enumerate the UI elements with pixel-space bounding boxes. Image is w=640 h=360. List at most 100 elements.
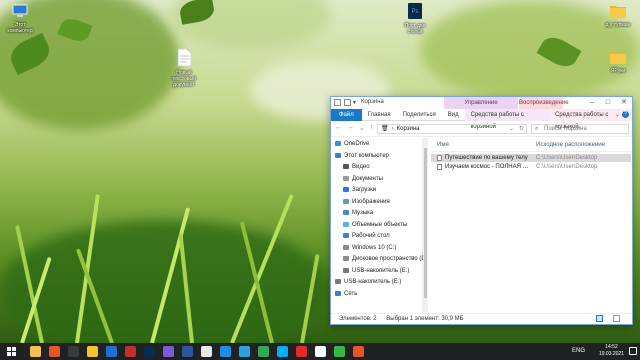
notifications-icon[interactable]	[629, 347, 637, 355]
sidebar-item-label: USB-накопитель (E:)	[344, 279, 402, 285]
title-bar[interactable]: ▾ Корзина Управление Воспроизведение – □…	[331, 97, 632, 109]
new-folder-icon[interactable]	[344, 99, 351, 106]
tab-home[interactable]: Главная	[362, 109, 397, 121]
details-view-icon[interactable]	[596, 315, 603, 322]
app-icon[interactable]	[163, 346, 174, 357]
tab-share[interactable]: Поделиться	[397, 109, 442, 121]
sidebar-item[interactable]: Музыка	[343, 209, 373, 218]
sidebar-item-label: OneDrive	[344, 141, 370, 147]
close-button[interactable]: ✕	[616, 97, 632, 109]
explorer-window: ▾ Корзина Управление Воспроизведение – □…	[330, 96, 633, 325]
forward-icon[interactable]: →	[347, 124, 354, 132]
column-location[interactable]: Исходное расположение	[536, 142, 605, 148]
sidebar-item[interactable]: Сеть	[335, 290, 357, 299]
sidebar-item[interactable]: OneDrive	[335, 140, 369, 149]
desktop-icon-folder-2[interactable]: ЯРуки	[600, 50, 636, 74]
desktop-icon-label: д у тулман	[605, 22, 631, 28]
computer-icon	[12, 4, 28, 17]
windows-logo-icon	[12, 347, 16, 351]
sidebar-item-icon	[343, 198, 349, 204]
breadcrumb-separator-icon: ›	[391, 126, 394, 132]
window-controls: – □ ✕	[584, 97, 632, 109]
filezilla-icon[interactable]	[125, 346, 136, 357]
minimize-button[interactable]: –	[584, 97, 600, 109]
tab-file[interactable]: Файл	[331, 109, 362, 121]
scrollbar-thumb[interactable]	[424, 148, 427, 298]
movie-icon[interactable]	[68, 346, 79, 357]
language-indicator[interactable]: ENG	[572, 348, 585, 354]
media-file-icon	[437, 164, 442, 170]
status-item-count: Элементов: 2	[339, 316, 377, 322]
skype-icon[interactable]	[277, 346, 288, 357]
word-icon[interactable]	[182, 346, 193, 357]
address-dropdown-icon[interactable]: ⌄	[509, 125, 514, 133]
video-editor-icon[interactable]	[49, 346, 60, 357]
sidebar-item[interactable]: USB-накопитель (E:)	[343, 267, 409, 276]
sidebar-item-icon	[343, 256, 349, 261]
paint-icon[interactable]	[201, 346, 212, 357]
movavi-icon[interactable]	[87, 346, 98, 357]
view-toggle	[596, 315, 628, 322]
start-button[interactable]	[6, 346, 17, 357]
desktop-icon-text-document[interactable]: Новый текстовый документ	[166, 48, 202, 88]
search-input[interactable]: Поиск: Корзина	[544, 126, 587, 132]
sidebar-item-label: Изображения	[352, 198, 390, 205]
opera-icon[interactable]	[296, 346, 307, 357]
player-icon[interactable]	[106, 346, 117, 357]
sidebar-item[interactable]: Windows 10 (C:)	[343, 244, 396, 253]
sidebar-item-label: Загрузки	[352, 187, 377, 193]
breadcrumb-current[interactable]: Корзина	[397, 126, 420, 132]
chevron-down-icon[interactable]: ▾	[353, 99, 356, 106]
telegram-icon[interactable]	[239, 346, 250, 357]
sidebar-item[interactable]: Видео	[343, 163, 370, 172]
expand-ribbon-icon[interactable]: ⌄	[615, 109, 620, 121]
address-bar[interactable]: 🗑 › Корзина ⌄ ↻	[377, 124, 527, 134]
sidebar-item[interactable]: Этот компьютер	[335, 152, 389, 161]
chrome-icon[interactable]	[258, 346, 269, 357]
recent-locations-icon[interactable]: ⌄	[359, 124, 365, 132]
sidebar-item-icon	[335, 290, 341, 296]
bg-grass	[0, 220, 330, 343]
media-file-icon	[437, 155, 442, 161]
sidebar-item[interactable]: Загрузки	[343, 186, 376, 195]
sidebar-item[interactable]: Объемные объекты	[343, 221, 407, 230]
search-box[interactable]: ⌕ Поиск: Корзина	[531, 124, 629, 134]
photoshop-badge: Ps	[411, 9, 418, 15]
up-icon[interactable]: ↑	[370, 124, 374, 132]
sidebar-item[interactable]: Изображения	[343, 198, 390, 207]
help-icon[interactable]: ?	[622, 111, 629, 118]
yandex-icon[interactable]	[315, 346, 326, 357]
properties-icon[interactable]	[334, 99, 341, 106]
windows-logo-icon	[7, 347, 11, 351]
desktop-icon-folder-1[interactable]: д у тулман	[600, 4, 636, 28]
clock[interactable]: 14:52 19.03.2021	[599, 344, 624, 358]
tiles-view-icon[interactable]	[613, 315, 620, 322]
photoshop-icon[interactable]	[144, 346, 155, 357]
sidebar-item[interactable]: Рабочий стол	[343, 232, 390, 241]
taskbar: ENG 14:52 19.03.2021	[0, 343, 640, 360]
tab-view[interactable]: Вид	[442, 109, 465, 121]
sidebar-item[interactable]: USB-накопитель (E:)	[335, 278, 401, 287]
desktop-icon-this-pc[interactable]: Этот компьютер	[2, 4, 38, 34]
tab-recycle-bin-tools[interactable]: Средства работы с корзиной	[464, 109, 550, 130]
desktop-icon-psd[interactable]: Ps Пост две статьи	[397, 3, 433, 35]
desktop: Этот компьютер Ps Пост две статьи Новый …	[0, 0, 640, 343]
sidebar-item[interactable]: Документы	[343, 175, 383, 184]
sidebar-item[interactable]: Дисковое пространство (D:	[343, 255, 427, 264]
column-name[interactable]: Имя	[437, 142, 449, 148]
sidebar-item-label: Документы	[352, 175, 383, 182]
file-row[interactable]: Изучаем космос - ПОЛНАЯ ВЕРС... C:\Users\…	[431, 163, 631, 171]
clock-time: 14:52	[605, 344, 618, 350]
maximize-button[interactable]: □	[600, 97, 616, 109]
sidebar-item-label: Этот компьютер	[344, 152, 389, 159]
sidebar-item-label: USB-накопитель (E:)	[352, 267, 410, 274]
file-row[interactable]: Путешествие по вашему телу C:\Users\User\…	[431, 154, 631, 162]
camtasia-icon[interactable]	[334, 346, 345, 357]
navigation-scrollbar[interactable]	[423, 138, 428, 313]
refresh-icon[interactable]: ↻	[519, 125, 524, 133]
media-icon[interactable]	[220, 346, 231, 357]
back-icon[interactable]: ←	[335, 124, 342, 132]
file-explorer-icon[interactable]	[30, 346, 41, 357]
file-name: Путешествие по вашему телу	[445, 155, 528, 161]
recorder-icon[interactable]	[353, 346, 364, 357]
